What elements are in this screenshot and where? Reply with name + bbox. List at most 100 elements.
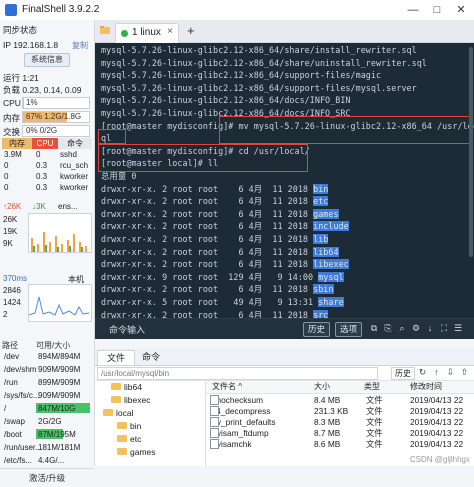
path-history-button[interactable]: 历史 [391, 367, 415, 380]
disk-size: 899M/909M [38, 378, 81, 387]
highlight-ql [98, 129, 126, 144]
terminal-listing-line: drwxr-xr-x. 9 root root 129 4月 9 14:00 m… [101, 271, 344, 283]
mem-label: 内存 [3, 113, 21, 123]
col-mem[interactable]: 内存 [2, 138, 32, 149]
refresh-icon[interactable]: ↻ [417, 367, 428, 378]
close-window-button[interactable]: ✕ [450, 3, 472, 17]
file-type: 文件 [366, 428, 383, 438]
tree-item-label: etc [130, 434, 142, 444]
tree-item[interactable]: local [103, 407, 133, 420]
minimize-button[interactable]: — [402, 3, 424, 17]
maximize-button[interactable]: □ [426, 3, 448, 17]
disk-size: 4.4G/... [38, 456, 65, 465]
system-info-button[interactable]: 系统信息 [24, 53, 70, 67]
copy-ip-button[interactable]: 复制 [72, 40, 88, 51]
net-scale-low: 9K [3, 239, 13, 248]
disk-row: /etc/fs... 4.4G/... [2, 455, 92, 466]
listing-perm: drwxr-xr-x. 2 root root 6 4月 11 2018 [101, 259, 309, 270]
file-row[interactable]: innochecksum 8.4 MB 文件 2019/04/13 22 [206, 395, 474, 406]
process-row[interactable]: 0 0.3 kworker [2, 172, 92, 182]
disk-row: /dev/shm 909M/909M [2, 364, 92, 375]
tree-item[interactable]: games [117, 446, 156, 459]
file-row[interactable]: myisam_ftdump 8.7 MB 文件 2019/04/13 22 [206, 428, 474, 439]
disk-size: 909M/909M [38, 365, 81, 374]
path-input[interactable]: /usr/local/mysql/bin [97, 367, 378, 380]
fullscreen-icon[interactable]: ⛶ [439, 322, 449, 334]
col-type[interactable]: 类型 [364, 381, 380, 393]
folder-icon[interactable] [100, 25, 110, 35]
file-name-cell: myisamchk [210, 439, 252, 450]
col-size[interactable]: 大小 [314, 381, 330, 393]
net-interface-select[interactable]: ens... [58, 202, 78, 211]
file-row[interactable]: my_print_defaults 8.3 MB 文件 2019/04/13 22 [206, 417, 474, 428]
up-directory-icon[interactable]: ↑ [431, 367, 442, 378]
command-input-bar[interactable]: 命令输入 历史 选项 ⧉ ⎘ ⌕ ⚙ ↓ ⛶ ☰ [95, 318, 474, 339]
disk-path: /dev [4, 352, 20, 361]
col-cmd[interactable]: 命令 [58, 138, 92, 149]
process-cpu: 0 [36, 150, 41, 159]
tree-item[interactable]: libexec [111, 394, 150, 407]
highlight-cd-ll [98, 144, 308, 172]
upload-icon[interactable]: ⇧ [459, 367, 470, 378]
copy-icon[interactable]: ⧉ [369, 322, 379, 334]
terminal[interactable]: mysql-5.7.26-linux-glibc2.12-x86_64/shar… [95, 43, 474, 318]
tab-commands[interactable]: 命令 [133, 350, 169, 364]
col-cpu[interactable]: CPU [32, 138, 58, 149]
file-size: 8.7 MB [314, 428, 341, 438]
listing-dirname: include [313, 221, 349, 232]
paste-icon[interactable]: ⎘ [383, 322, 393, 334]
disk-path: /sys/fs/c... [4, 391, 40, 400]
process-row[interactable]: 3.9M 0 sshd [2, 150, 92, 160]
tree-item[interactable]: etc [117, 433, 141, 446]
activate-upgrade-button[interactable]: 激活/升级 [0, 468, 94, 487]
tab-files[interactable]: 文件 [97, 350, 136, 365]
tab-1-linux[interactable]: 1 linux × [115, 23, 179, 43]
menu-icon[interactable]: ☰ [453, 322, 463, 334]
process-cpu: 0.3 [36, 161, 48, 170]
sync-status[interactable]: 同步状态 [3, 24, 37, 36]
tree-item[interactable]: lib64 [111, 381, 142, 394]
options-button[interactable]: 选项 [335, 322, 363, 337]
listing-dirname: share [318, 297, 344, 307]
file-icon [210, 417, 219, 427]
col-filename[interactable]: 文件名 ^ [212, 381, 242, 393]
disk-path: /run/user... [4, 443, 42, 452]
tree-item-label: local [116, 408, 134, 418]
disk-size: 894M/894M [38, 352, 81, 361]
command-input-label[interactable]: 命令输入 [109, 323, 145, 336]
file-row[interactable]: lz4_decompress 231.3 KB 文件 2019/04/13 22 [206, 406, 474, 417]
disk-row: /run/user... 181M/181M [2, 442, 92, 453]
close-tab-icon[interactable]: × [167, 26, 173, 37]
process-mem: 0 [4, 161, 9, 170]
process-mem: 0 [4, 183, 9, 192]
net-download: ↓3K [32, 202, 46, 211]
file-list[interactable]: 文件名 ^ 大小 类型 修改时间 innochecksum 8.4 MB 文件 201… [206, 381, 474, 466]
directory-tree[interactable]: lib64 libexec local bin etc games [95, 381, 206, 466]
file-icon [210, 406, 219, 416]
file-icon [210, 439, 219, 449]
history-button[interactable]: 历史 [303, 322, 331, 337]
scroll-down-icon[interactable]: ↓ [425, 322, 435, 334]
tab-label: 1 linux [132, 27, 161, 38]
search-icon[interactable]: ⌕ [397, 322, 407, 334]
file-type: 文件 [366, 439, 383, 449]
add-tab-button[interactable]: + [187, 23, 195, 38]
net-scale-max: 26K [3, 215, 18, 224]
disk-path: / [4, 404, 7, 413]
mem-value: 67% 1.2G/1.8G [26, 112, 82, 121]
tree-item[interactable]: bin [117, 420, 141, 433]
download-icon[interactable]: ⇩ [445, 367, 456, 378]
col-modified[interactable]: 修改时间 [410, 381, 442, 393]
file-icon [210, 428, 219, 438]
file-name: my_print_defaults [210, 417, 276, 427]
file-type: 文件 [366, 395, 383, 405]
folder-icon [117, 422, 127, 430]
terminal-scrollbar[interactable] [469, 47, 473, 257]
load-average: 负载 0.23, 0.14, 0.09 [3, 85, 82, 95]
process-row[interactable]: 0 0.3 kworker [2, 183, 92, 193]
disk-col-size: 可用/大小 [36, 341, 71, 350]
process-row[interactable]: 0 0.3 rcu_sch [2, 161, 92, 171]
settings-icon[interactable]: ⚙ [411, 322, 421, 334]
file-row[interactable]: myisamchk 8.6 MB 文件 2019/04/13 22 [206, 439, 474, 450]
listing-dirname: sbin [313, 284, 334, 295]
